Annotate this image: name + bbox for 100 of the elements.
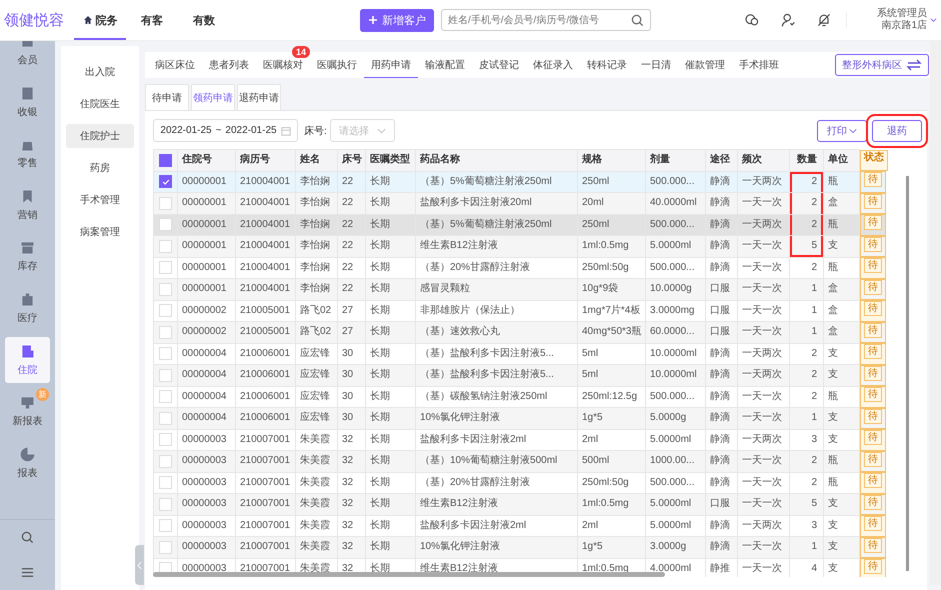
sub-tab[interactable]: 领药申请	[191, 84, 235, 110]
submenu-item[interactable]: 手术管理	[66, 188, 134, 212]
top-nav-tab[interactable]: 有客	[126, 0, 178, 40]
table-cell: 口服	[710, 304, 730, 316]
table-cell: 10g*9袋	[582, 283, 618, 294]
sub-tab[interactable]: 退药申请	[237, 84, 281, 110]
user-icon[interactable]	[780, 12, 796, 28]
tab[interactable]: 皮试登记	[472, 52, 526, 78]
table-cell: 一天一次	[742, 476, 782, 488]
table-cell: 10.0000g	[650, 283, 692, 294]
table-cell: 22	[342, 176, 354, 187]
table-cell: 长期	[370, 283, 390, 294]
submenu-item[interactable]: 药房	[66, 156, 134, 180]
tab[interactable]: 体征录入	[526, 52, 580, 78]
table-cell: 2	[811, 369, 817, 380]
table-cell: 李怡娴	[300, 197, 330, 208]
table-cell: 李怡娴	[300, 240, 330, 252]
table-cell: 长期	[370, 262, 390, 273]
table-cell: 4.0000ml	[650, 562, 692, 574]
table-cell: 一天两次	[742, 520, 782, 531]
page-scrollbar[interactable]	[930, 40, 941, 585]
table-cell: 1g*5	[582, 412, 603, 424]
ward-switch-button[interactable]: 整形外科病区	[835, 54, 929, 76]
table-cell: 22	[342, 283, 354, 294]
collapse-handle[interactable]	[135, 545, 144, 585]
menu-icon[interactable]	[21, 566, 34, 579]
search-icon[interactable]	[21, 531, 34, 544]
rail-item[interactable]: 营销	[5, 182, 50, 228]
table-cell: 210006001	[240, 369, 290, 380]
top-nav-tab[interactable]: 有数	[178, 0, 230, 40]
table-cell: 60.0000...	[650, 326, 694, 338]
table-cell: 盒	[828, 304, 838, 316]
rail-item[interactable]: 收银	[5, 78, 50, 125]
table-cell: 00000001	[182, 218, 226, 230]
submenu-item[interactable]: 出入院	[66, 60, 134, 84]
table-cell: 支	[828, 520, 838, 531]
new-customer-button[interactable]: 新增客户	[360, 8, 434, 32]
table-cell: 2ml	[582, 434, 598, 445]
table-cell: 00000004	[182, 412, 226, 424]
table-cell: 00000002	[182, 326, 226, 338]
submenu-item[interactable]: 病案管理	[66, 220, 134, 244]
vertical-scrollbar[interactable]	[906, 176, 909, 571]
status-tag: 待	[864, 344, 882, 359]
user-menu[interactable]: 系统管理员 南京路1店	[877, 8, 937, 32]
rail-item[interactable]: 库存	[5, 233, 50, 280]
tab[interactable]: 医嘱执行	[310, 52, 364, 78]
tab[interactable]: 手术排班	[732, 52, 786, 78]
search-field[interactable]: 姓名/手机号/会员号/病历号/微信号	[441, 9, 651, 31]
date-range-field[interactable]: 2022-01-25 ~ 2022-01-25	[153, 119, 298, 142]
rail-item[interactable]: 会员	[5, 41, 50, 73]
select-all-checkbox[interactable]	[159, 154, 172, 167]
table-cell: 感冒灵颗粒	[420, 283, 470, 294]
table-cell: 1ml:0.5mg	[582, 240, 629, 252]
table-cell: 1	[811, 326, 817, 338]
top-nav-tab[interactable]: 院务	[74, 0, 126, 40]
table-cell: 5.0000ml	[650, 434, 692, 445]
table-cell: 00000001	[182, 240, 226, 252]
table-cell: 静滴	[710, 541, 730, 552]
tab[interactable]: 病区床位	[148, 52, 202, 78]
table-cell: 盒	[828, 283, 838, 294]
table-cell: 支	[828, 369, 838, 380]
tab[interactable]: 催款管理	[678, 52, 732, 78]
tab[interactable]: 一日清	[634, 52, 678, 78]
bell-off-icon[interactable]	[816, 12, 832, 28]
tab[interactable]: 输液配置	[418, 52, 472, 78]
status-tag: 待	[864, 258, 882, 273]
status-tag: 待	[864, 452, 882, 466]
horizontal-scrollbar[interactable]	[153, 572, 665, 577]
print-dropdown-button[interactable]: 打印	[817, 120, 867, 142]
column-header: 药品名称	[416, 150, 578, 171]
sub-tab[interactable]: 待申请	[145, 84, 189, 110]
rail-item[interactable]: 新 新报表	[5, 388, 50, 434]
tab[interactable]: 用药申请	[364, 52, 418, 78]
chat-icon[interactable]	[744, 12, 760, 28]
table-cell: 210007001	[240, 455, 290, 466]
submenu-item[interactable]: 住院医生	[66, 92, 134, 116]
table-cell: 支	[828, 240, 838, 252]
column-header: 住院号	[178, 150, 236, 171]
rail-item[interactable]: 报表	[5, 440, 50, 486]
table-cell: 瓶	[828, 476, 838, 488]
status-tag: 待	[864, 236, 882, 252]
tab[interactable]: 患者列表	[202, 52, 256, 78]
rail-item[interactable]: 零售	[5, 130, 50, 176]
table-cell: 5.0000ml	[650, 240, 692, 252]
table-cell: 1	[811, 412, 817, 424]
rail-item[interactable]: 住院	[5, 336, 50, 383]
table-cell: 210007001	[240, 498, 290, 510]
row-checkbox[interactable]	[159, 175, 172, 188]
table-cell: 2	[811, 262, 817, 273]
column-header: 单位	[824, 150, 860, 171]
table-cell: 5	[811, 240, 817, 252]
table-cell: 长期	[370, 197, 390, 208]
tab[interactable]: 转科记录	[580, 52, 634, 78]
table-cell: 应宏锋	[300, 412, 330, 424]
table-cell: 22	[342, 197, 354, 208]
table-cell: 5.0000ml	[650, 520, 692, 531]
rail-item[interactable]: 医疗	[5, 284, 50, 331]
submenu-item[interactable]: 住院护士	[66, 124, 134, 148]
table-cell: 1000.00...	[650, 455, 694, 466]
table-cell: 口服	[710, 326, 730, 338]
